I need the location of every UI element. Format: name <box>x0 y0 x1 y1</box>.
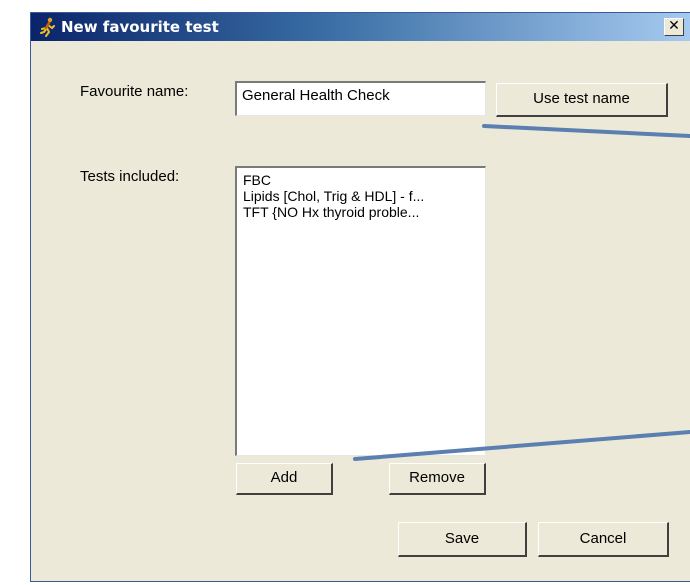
tests-included-list[interactable]: FBC Lipids [Chol, Trig & HDL] - f... TFT… <box>235 166 486 456</box>
cancel-button[interactable]: Cancel <box>538 522 669 557</box>
favourite-name-input[interactable]: General Health Check <box>235 81 486 116</box>
use-test-name-button[interactable]: Use test name <box>496 83 668 117</box>
close-icon: ✕ <box>668 18 680 34</box>
runner-icon <box>40 17 55 37</box>
add-button[interactable]: Add <box>236 463 333 495</box>
close-button[interactable]: ✕ <box>664 18 684 36</box>
remove-button[interactable]: Remove <box>389 463 486 495</box>
list-item[interactable]: Lipids [Chol, Trig & HDL] - f... <box>243 188 479 204</box>
title-bar[interactable]: New favourite test ✕ <box>31 13 690 41</box>
favourite-name-label: Favourite name: <box>80 83 189 100</box>
list-item[interactable]: TFT {NO Hx thyroid proble... <box>243 204 479 220</box>
dialog-window: New favourite test ✕ Favourite name: Gen… <box>30 12 690 582</box>
list-item[interactable]: FBC <box>243 172 479 188</box>
tests-included-label: Tests included: <box>80 168 180 185</box>
window-title: New favourite test <box>61 18 219 36</box>
save-button[interactable]: Save <box>398 522 527 557</box>
